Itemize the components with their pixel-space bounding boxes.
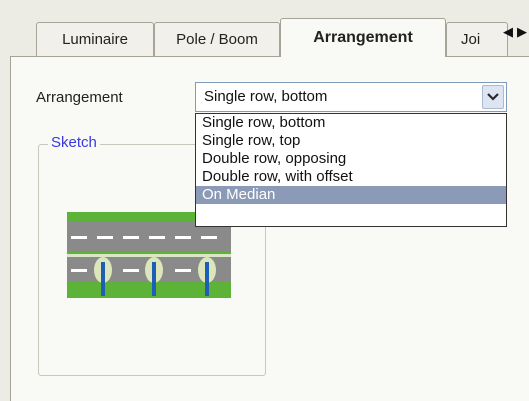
tab-arrangement[interactable]: Arrangement: [280, 18, 446, 57]
tab-scroll-left-icon[interactable]: ◀: [503, 24, 513, 42]
option-single-row-bottom[interactable]: Single row, bottom: [196, 114, 506, 132]
arrangement-select-value: Single row, bottom: [204, 88, 328, 105]
arrangement-select[interactable]: Single row, bottom: [195, 82, 507, 112]
tab-scroll-right-icon[interactable]: ▶: [517, 24, 527, 42]
option-on-median[interactable]: On Median: [196, 186, 506, 204]
tab-luminaire[interactable]: Luminaire: [36, 22, 154, 56]
sketch-title: Sketch: [48, 134, 100, 151]
tab-strip: Luminaire Pole / Boom Arrangement Joi ◀ …: [0, 0, 529, 57]
option-double-row-offset[interactable]: Double row, with offset: [196, 168, 506, 186]
tab-joi[interactable]: Joi: [446, 22, 508, 56]
arrangement-dropdown-list: Single row, bottom Single row, top Doubl…: [195, 113, 507, 227]
tab-pole-boom[interactable]: Pole / Boom: [154, 22, 280, 56]
option-double-row-opposing[interactable]: Double row, opposing: [196, 150, 506, 168]
dropdown-button[interactable]: [482, 85, 504, 109]
chevron-down-icon: [487, 93, 499, 101]
arrangement-label: Arrangement: [36, 89, 123, 106]
tab-scroll-buttons: ◀ ▶: [503, 24, 527, 42]
option-single-row-top[interactable]: Single row, top: [196, 132, 506, 150]
